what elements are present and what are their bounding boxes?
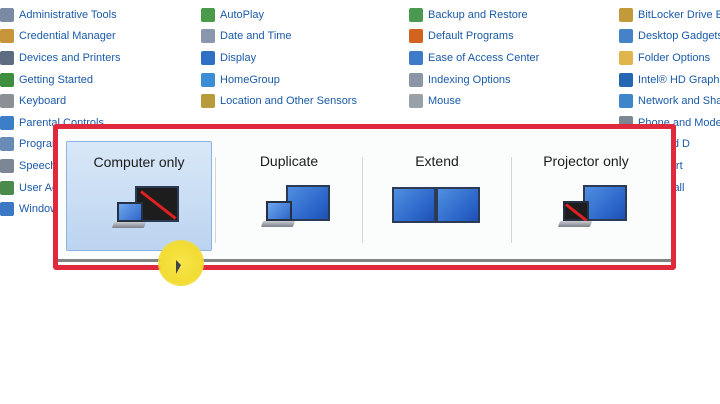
- homegroup-icon: [201, 72, 215, 87]
- mouse-cursor-icon: [176, 260, 181, 274]
- desktop-gadgets-icon: [619, 29, 633, 44]
- cp-item-credential-manager[interactable]: Credential Manager: [0, 26, 116, 48]
- windows-icon: [0, 202, 14, 217]
- cp-item-intel-graphics[interactable]: Intel® HD Graphic: [619, 69, 720, 91]
- bitlocker-icon: [619, 7, 633, 22]
- indexing-options-icon: [409, 72, 423, 87]
- cp-item-ease-of-access[interactable]: Ease of Access Center: [409, 47, 609, 69]
- control-panel-column-3: Backup and Restore Default Programs Ease…: [409, 4, 609, 112]
- highlight-frame: [53, 124, 676, 270]
- cp-item-location-sensors[interactable]: Location and Other Sensors: [201, 90, 401, 112]
- control-panel-column-2: AutoPlay Date and Time Display HomeGroup…: [201, 4, 401, 112]
- cp-item-autoplay[interactable]: AutoPlay: [201, 4, 401, 26]
- cp-item-desktop-gadgets[interactable]: Desktop Gadgets: [619, 26, 720, 48]
- cp-item-keyboard[interactable]: Keyboard: [0, 90, 100, 112]
- cp-item-getting-started[interactable]: Getting Started: [0, 69, 100, 91]
- credential-manager-icon: [0, 29, 14, 44]
- devices-printers-icon: [0, 50, 14, 65]
- programs-icon: [0, 137, 14, 152]
- getting-started-icon: [0, 72, 14, 87]
- date-time-icon: [201, 29, 215, 44]
- cp-item-default-programs[interactable]: Default Programs: [409, 26, 609, 48]
- mouse-icon: [409, 94, 423, 109]
- cp-item-indexing-options[interactable]: Indexing Options: [409, 69, 609, 91]
- cp-item-devices-printers[interactable]: Devices and Printers: [0, 47, 121, 69]
- cp-item-administrative-tools[interactable]: Administrative Tools: [0, 4, 117, 26]
- keyboard-icon: [0, 94, 14, 109]
- speech-icon: [0, 158, 14, 173]
- cp-item-backup-restore[interactable]: Backup and Restore: [409, 4, 609, 26]
- parental-controls-icon: [0, 115, 14, 130]
- user-accounts-icon: [0, 180, 14, 195]
- folder-icon: [619, 50, 633, 65]
- display-icon: [201, 50, 215, 65]
- cp-item-mouse[interactable]: Mouse: [409, 90, 609, 112]
- cp-item-folder-options[interactable]: Folder Options: [619, 47, 720, 69]
- autoplay-icon: [201, 7, 215, 22]
- cp-item-network-sharing[interactable]: Network and Shar: [619, 90, 720, 112]
- cp-item-homegroup[interactable]: HomeGroup: [201, 69, 401, 91]
- backup-restore-icon: [409, 7, 423, 22]
- cursor-highlight: [158, 240, 204, 286]
- cp-item-bitlocker[interactable]: BitLocker Drive En: [619, 4, 720, 26]
- administrative-tools-icon: [0, 7, 14, 22]
- location-sensors-icon: [201, 94, 215, 109]
- intel-graphics-icon: [619, 72, 633, 87]
- network-sharing-icon: [619, 94, 633, 109]
- ease-of-access-icon: [409, 50, 423, 65]
- cp-item-display[interactable]: Display: [201, 47, 401, 69]
- cp-item-date-time[interactable]: Date and Time: [201, 26, 401, 48]
- default-programs-icon: [409, 29, 423, 44]
